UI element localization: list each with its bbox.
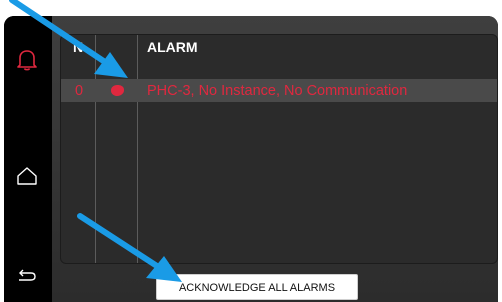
table-row[interactable]: 0 PHC-3, No Instance, No Communication bbox=[61, 79, 497, 102]
column-divider bbox=[95, 35, 96, 263]
back-icon bbox=[19, 269, 36, 281]
home-icon bbox=[17, 167, 37, 185]
sidebar bbox=[4, 16, 50, 302]
column-header-alarm: ALARM bbox=[147, 39, 198, 55]
device-frame: N ALARM 0 PHC-3, No Instance, No Communi… bbox=[4, 16, 498, 302]
alarm-screen: N ALARM 0 PHC-3, No Instance, No Communi… bbox=[52, 16, 498, 302]
alarm-text: PHC-3, No Instance, No Communication bbox=[147, 83, 408, 99]
bell-icon bbox=[17, 50, 37, 71]
sidebar-item-back[interactable] bbox=[4, 256, 50, 296]
column-header-number: N bbox=[73, 39, 84, 55]
table-header: N ALARM bbox=[61, 35, 497, 59]
column-divider bbox=[137, 35, 138, 263]
alarm-status-icon bbox=[111, 85, 124, 96]
alarm-table: N ALARM 0 PHC-3, No Instance, No Communi… bbox=[60, 34, 498, 264]
sidebar-item-alarms[interactable] bbox=[4, 40, 50, 80]
sidebar-item-home[interactable] bbox=[4, 156, 50, 196]
alarm-number: 0 bbox=[75, 83, 84, 99]
acknowledge-all-button[interactable]: ACKNOWLEDGE ALL ALARMS bbox=[156, 274, 358, 300]
